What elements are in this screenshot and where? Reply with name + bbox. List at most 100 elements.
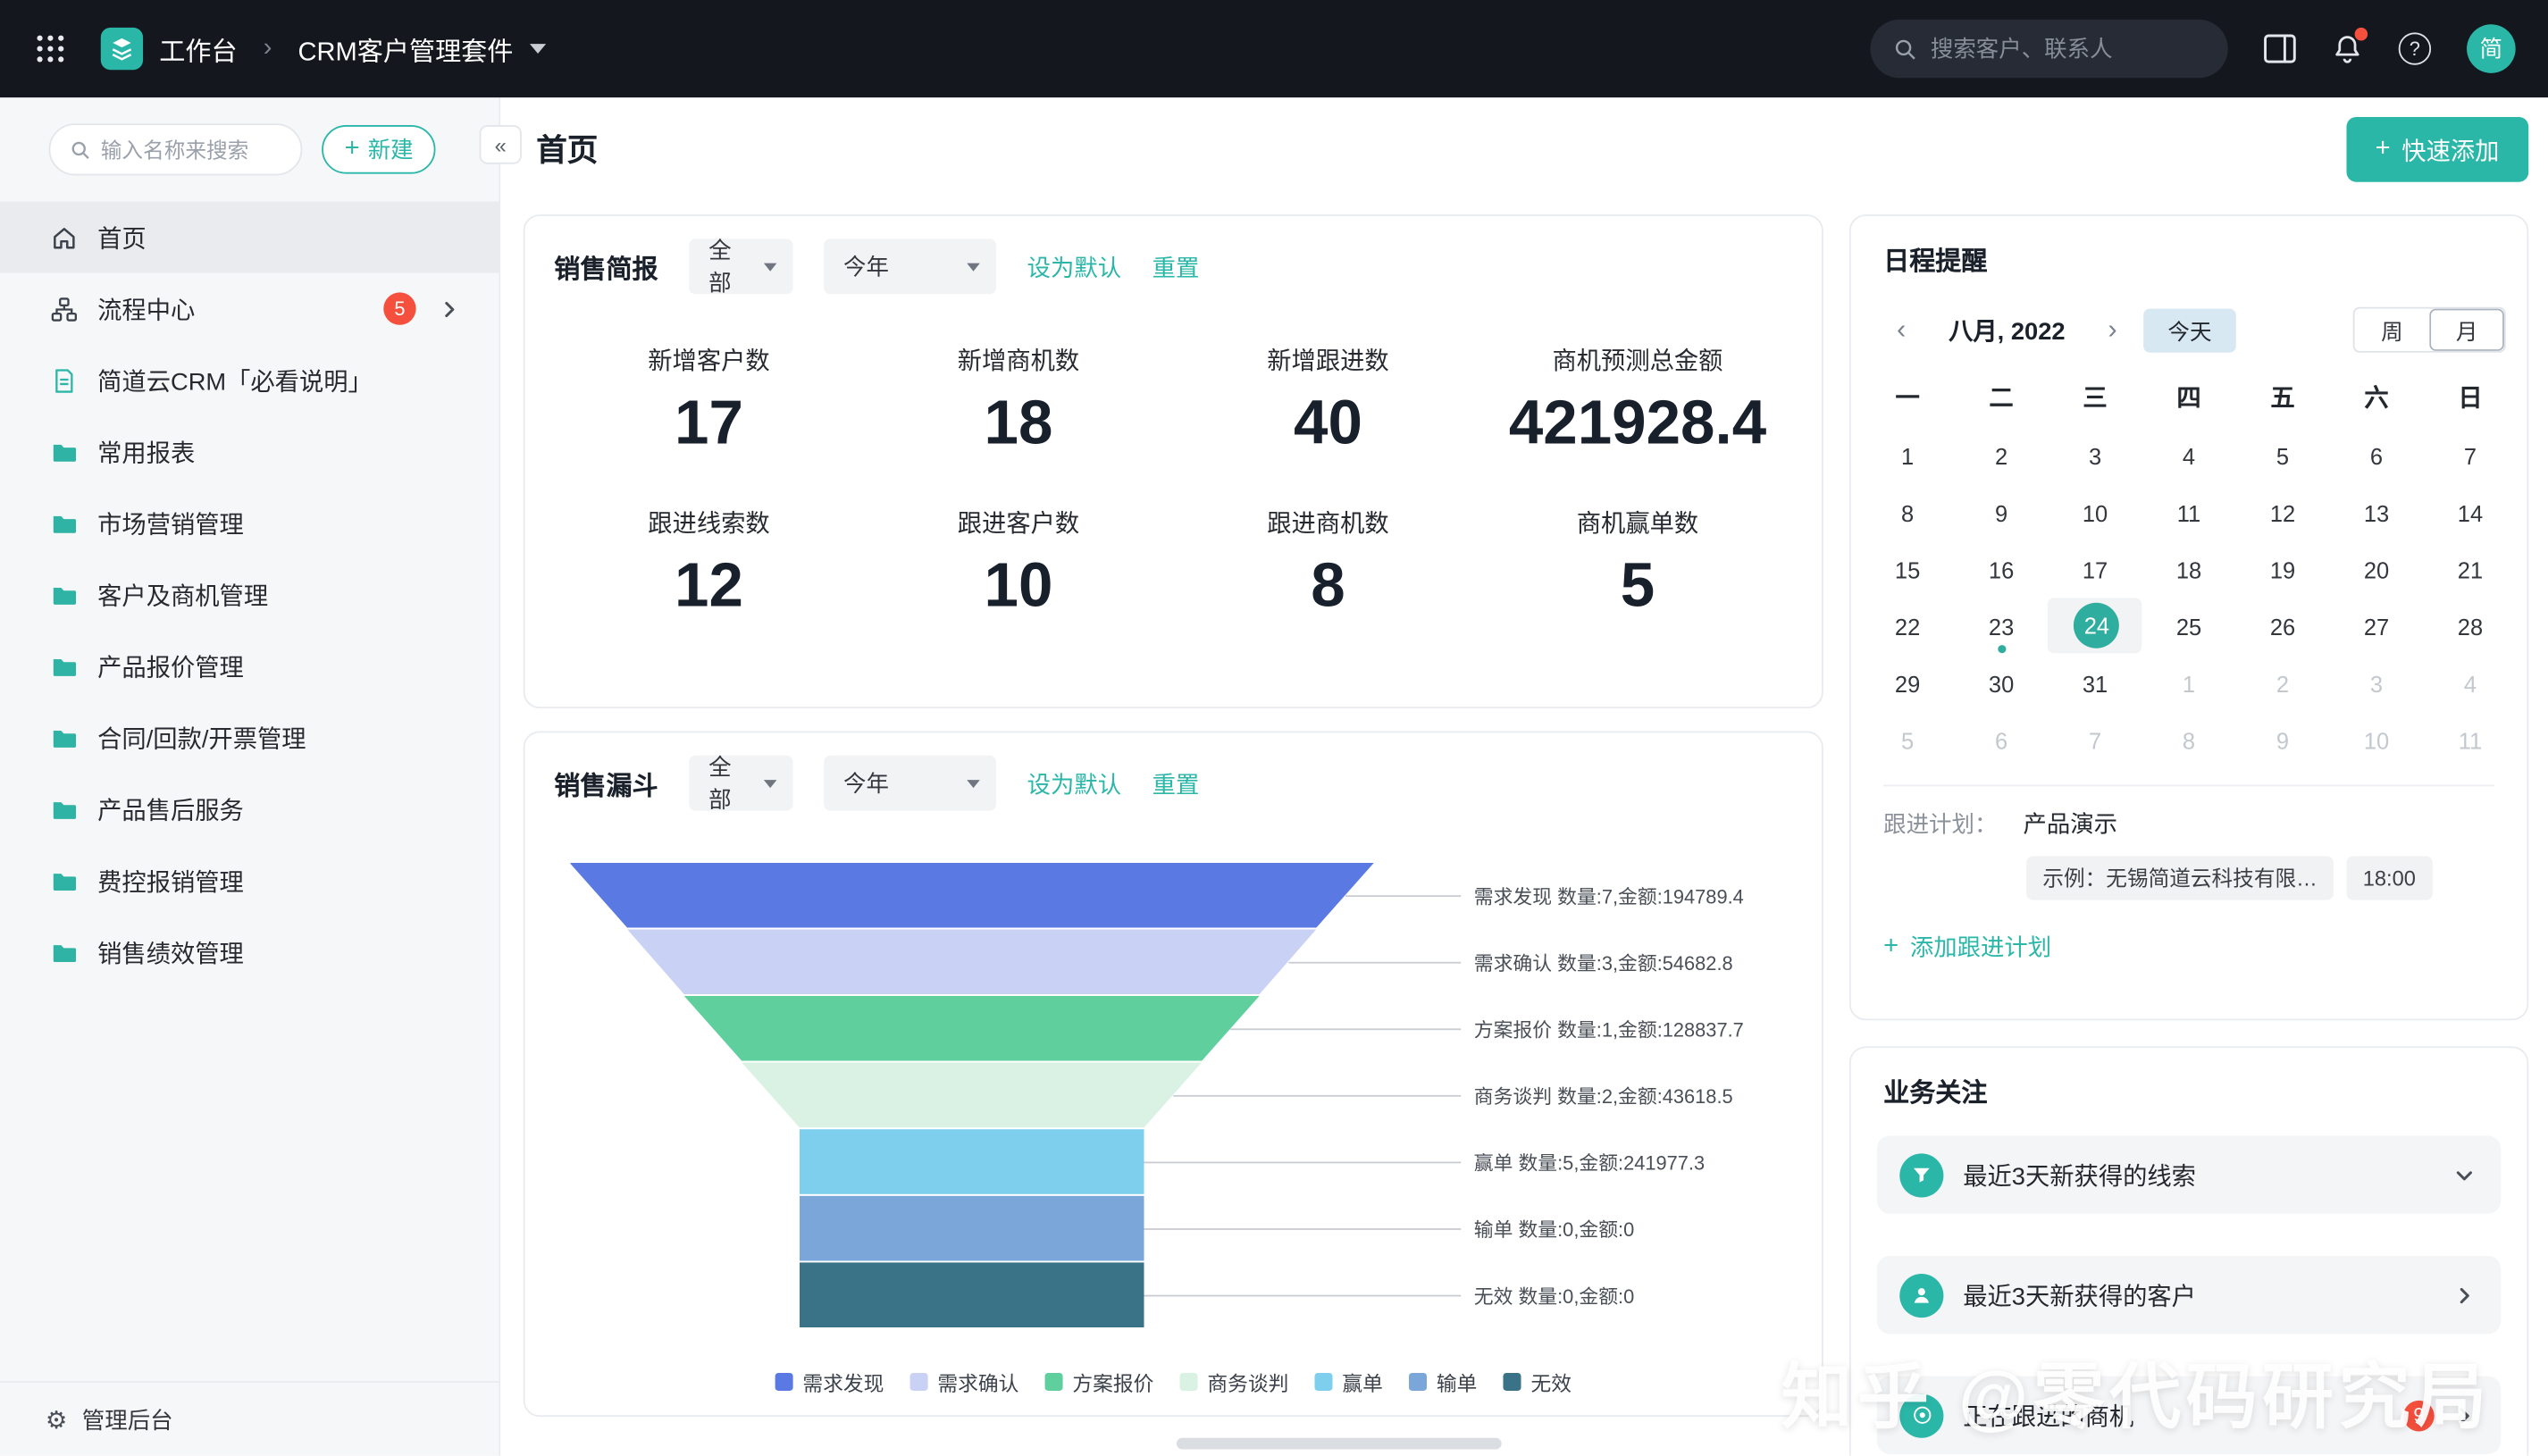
- sidebar-item[interactable]: 产品报价管理: [0, 631, 499, 702]
- next-month-icon[interactable]: ›: [2095, 314, 2131, 346]
- calendar-day[interactable]: 8: [2142, 712, 2236, 769]
- calendar-day[interactable]: 12: [2236, 484, 2330, 541]
- app-title-caret-icon[interactable]: [530, 44, 546, 54]
- chevron-down-icon[interactable]: [2454, 1164, 2476, 1185]
- focus-item[interactable]: 最近3天新获得的线索: [1877, 1135, 2501, 1213]
- funnel-stage[interactable]: [800, 1196, 1144, 1261]
- calendar-day[interactable]: 25: [2142, 598, 2236, 655]
- focus-item[interactable]: 最近3天新获得的客户: [1877, 1256, 2501, 1334]
- calendar-day[interactable]: 13: [2330, 484, 2424, 541]
- calendar-day[interactable]: 4: [2423, 655, 2517, 712]
- calendar-day[interactable]: 29: [1861, 655, 1955, 712]
- sidebar-item[interactable]: 销售绩效管理: [0, 916, 499, 988]
- calendar-day[interactable]: 11: [2142, 484, 2236, 541]
- calendar-day[interactable]: 18: [2142, 541, 2236, 598]
- today-button[interactable]: 今天: [2143, 308, 2236, 352]
- prev-month-icon[interactable]: ‹: [1883, 314, 1919, 346]
- calendar-day[interactable]: 28: [2423, 598, 2517, 655]
- scope-select[interactable]: 全部: [689, 756, 792, 811]
- legend-item[interactable]: 无效: [1504, 1367, 1572, 1398]
- focus-item[interactable]: 正在跟进的商机 9: [1877, 1377, 2501, 1454]
- calendar-day[interactable]: 11: [2423, 712, 2517, 769]
- legend-item[interactable]: 方案报价: [1044, 1367, 1153, 1398]
- calendar-day[interactable]: 9: [1955, 484, 2049, 541]
- calendar-day[interactable]: 4: [2142, 427, 2236, 484]
- legend-item[interactable]: 需求确认: [909, 1367, 1018, 1398]
- calendar-day[interactable]: 10: [2330, 712, 2424, 769]
- calendar-day[interactable]: 23: [1955, 598, 2049, 655]
- calendar-day[interactable]: 26: [2236, 598, 2330, 655]
- calendar-day[interactable]: 15: [1861, 541, 1955, 598]
- scope-select[interactable]: 全部: [689, 238, 792, 294]
- funnel-stage[interactable]: [742, 1063, 1202, 1128]
- calendar-day[interactable]: 1: [1861, 427, 1955, 484]
- horizontal-scrollbar-thumb[interactable]: [1177, 1438, 1502, 1450]
- help-icon[interactable]: ?: [2399, 32, 2431, 64]
- sidebar-item[interactable]: 常用报表: [0, 416, 499, 488]
- funnel-stage[interactable]: [570, 863, 1374, 928]
- calendar-day[interactable]: 2: [1955, 427, 2049, 484]
- sidebar-item[interactable]: 首页: [0, 202, 499, 273]
- calendar-day[interactable]: 30: [1955, 655, 2049, 712]
- sidebar-item[interactable]: 合同/回款/开票管理: [0, 702, 499, 774]
- chevron-right-icon[interactable]: [2454, 1284, 2476, 1306]
- calendar-day[interactable]: 3: [2330, 655, 2424, 712]
- sidebar-item[interactable]: 流程中心 5: [0, 273, 499, 345]
- reset-link[interactable]: 重置: [1152, 766, 1200, 800]
- calendar-day[interactable]: 31: [2049, 655, 2142, 712]
- global-search[interactable]: [1871, 20, 2228, 78]
- chevron-right-icon[interactable]: [2454, 1404, 2476, 1426]
- calendar-day[interactable]: 16: [1955, 541, 2049, 598]
- sidebar-search[interactable]: [49, 123, 303, 175]
- calendar-day[interactable]: 14: [2423, 484, 2517, 541]
- sidebar-search-input[interactable]: [101, 138, 264, 162]
- sidebar-item[interactable]: 简道云CRM「必看说明」: [0, 345, 499, 416]
- legend-item[interactable]: 商务谈判: [1179, 1367, 1288, 1398]
- calendar-day[interactable]: 9: [2236, 712, 2330, 769]
- new-button[interactable]: + 新建: [322, 125, 436, 174]
- global-search-input[interactable]: [1931, 36, 2205, 62]
- calendar-day[interactable]: 6: [1955, 712, 2049, 769]
- calendar-day[interactable]: 19: [2236, 541, 2330, 598]
- funnel-stage[interactable]: [684, 996, 1260, 1061]
- time-select[interactable]: 今年: [824, 238, 996, 294]
- sidebar-item[interactable]: 费控报销管理: [0, 845, 499, 916]
- legend-item[interactable]: 需求发现: [775, 1367, 884, 1398]
- calendar-day[interactable]: 10: [2049, 484, 2142, 541]
- calendar-day[interactable]: 2: [2236, 655, 2330, 712]
- plan-item-chip[interactable]: 示例：无锡简道云科技有限…: [2026, 857, 2334, 900]
- sidebar-item[interactable]: 市场营销管理: [0, 488, 499, 559]
- chevron-right-icon[interactable]: [439, 298, 460, 320]
- calendar-day[interactable]: 3: [2049, 427, 2142, 484]
- funnel-stage[interactable]: [800, 1262, 1144, 1327]
- sidebar-item[interactable]: 产品售后服务: [0, 774, 499, 845]
- quick-add-button[interactable]: + 快速添加: [2346, 117, 2528, 182]
- month-toggle[interactable]: 月: [2429, 309, 2504, 351]
- calendar-day[interactable]: 6: [2330, 427, 2424, 484]
- calendar-day[interactable]: 21: [2423, 541, 2517, 598]
- calendar-day[interactable]: 1: [2142, 655, 2236, 712]
- set-default-link[interactable]: 设为默认: [1027, 249, 1121, 283]
- workspace-label[interactable]: 工作台: [159, 29, 237, 69]
- legend-item[interactable]: 赢单: [1314, 1367, 1382, 1398]
- sidebar-item[interactable]: 客户及商机管理: [0, 559, 499, 631]
- notifications-bell-icon[interactable]: [2332, 32, 2363, 64]
- calendar-day[interactable]: 17: [2049, 541, 2142, 598]
- time-select[interactable]: 今年: [824, 756, 996, 811]
- calendar-day[interactable]: 8: [1861, 484, 1955, 541]
- workspace-logo-icon[interactable]: [101, 28, 143, 70]
- user-avatar[interactable]: 简: [2467, 24, 2516, 73]
- calendar-day[interactable]: 7: [2423, 427, 2517, 484]
- sidebar-collapse-button[interactable]: «: [480, 125, 522, 164]
- calendar-day[interactable]: 5: [2236, 427, 2330, 484]
- funnel-stage[interactable]: [627, 929, 1316, 994]
- calendar-day[interactable]: 7: [2049, 712, 2142, 769]
- calendar-day[interactable]: 27: [2330, 598, 2424, 655]
- app-title[interactable]: CRM客户管理套件: [298, 29, 513, 69]
- calendar-day[interactable]: 24: [2049, 598, 2142, 653]
- week-toggle[interactable]: 周: [2355, 309, 2430, 351]
- panel-toggle-icon[interactable]: [2264, 34, 2296, 63]
- legend-item[interactable]: 输单: [1409, 1367, 1477, 1398]
- calendar-day[interactable]: 5: [1861, 712, 1955, 769]
- admin-footer[interactable]: ⚙ 管理后台: [0, 1381, 499, 1456]
